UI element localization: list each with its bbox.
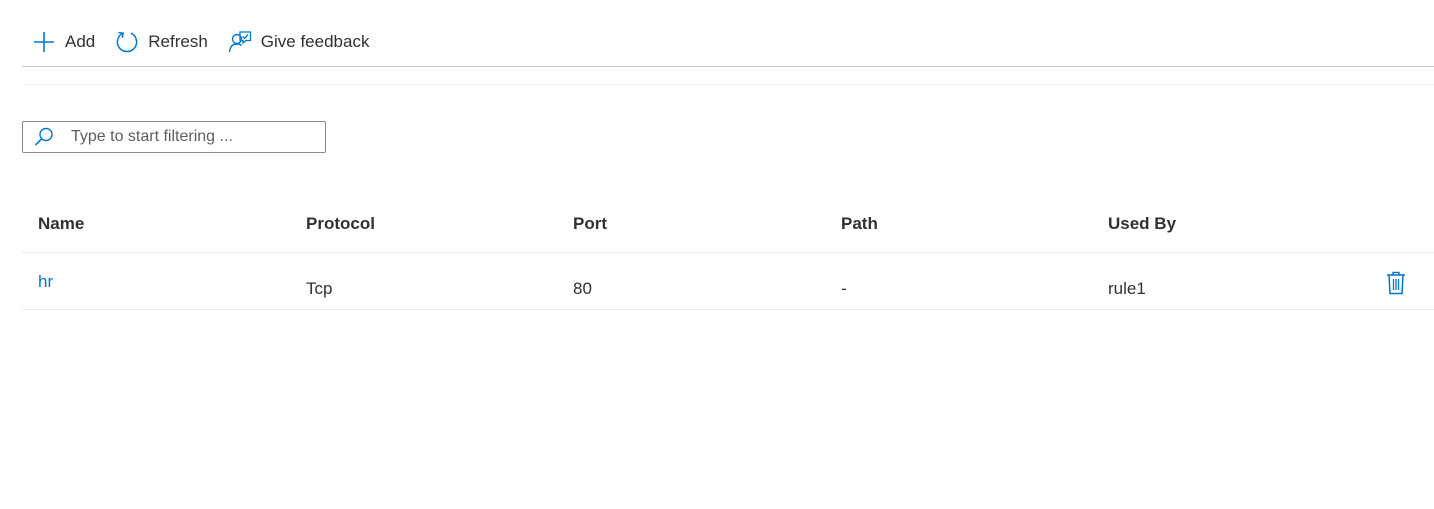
column-header-port[interactable]: Port: [573, 214, 607, 234]
row-port: 80: [573, 279, 592, 298]
data-table: Name Protocol Port Path Used By hr Tcp 8…: [22, 196, 1434, 310]
section-divider: [22, 84, 1434, 85]
add-button[interactable]: Add: [22, 22, 105, 62]
column-header-used-by[interactable]: Used By: [1108, 214, 1176, 234]
filter-input[interactable]: [71, 128, 311, 146]
delete-button[interactable]: [1384, 271, 1408, 300]
column-header-path[interactable]: Path: [841, 214, 878, 234]
refresh-button-label: Refresh: [148, 32, 208, 51]
row-path: -: [841, 279, 847, 298]
column-header-protocol[interactable]: Protocol: [306, 214, 375, 234]
give-feedback-button[interactable]: Give feedback: [218, 22, 380, 62]
row-name-link[interactable]: hr: [38, 272, 53, 292]
search-icon: [33, 126, 55, 148]
toolbar: Add Refresh Give feedback: [22, 22, 379, 62]
row-protocol: Tcp: [306, 279, 333, 298]
give-feedback-button-label: Give feedback: [260, 32, 370, 51]
column-header-name[interactable]: Name: [38, 214, 84, 234]
row-used-by: rule1: [1108, 279, 1146, 298]
plus-icon: [32, 30, 56, 54]
add-button-label: Add: [65, 32, 96, 51]
refresh-button[interactable]: Refresh: [105, 22, 218, 62]
filter-box: [22, 121, 326, 153]
table-row: hr Tcp 80 - rule1: [22, 253, 1434, 310]
table-header: Name Protocol Port Path Used By: [22, 196, 1434, 253]
refresh-icon: [115, 30, 139, 54]
toolbar-divider: [22, 66, 1434, 67]
feedback-icon: [228, 30, 252, 54]
trash-icon: [1386, 271, 1406, 300]
